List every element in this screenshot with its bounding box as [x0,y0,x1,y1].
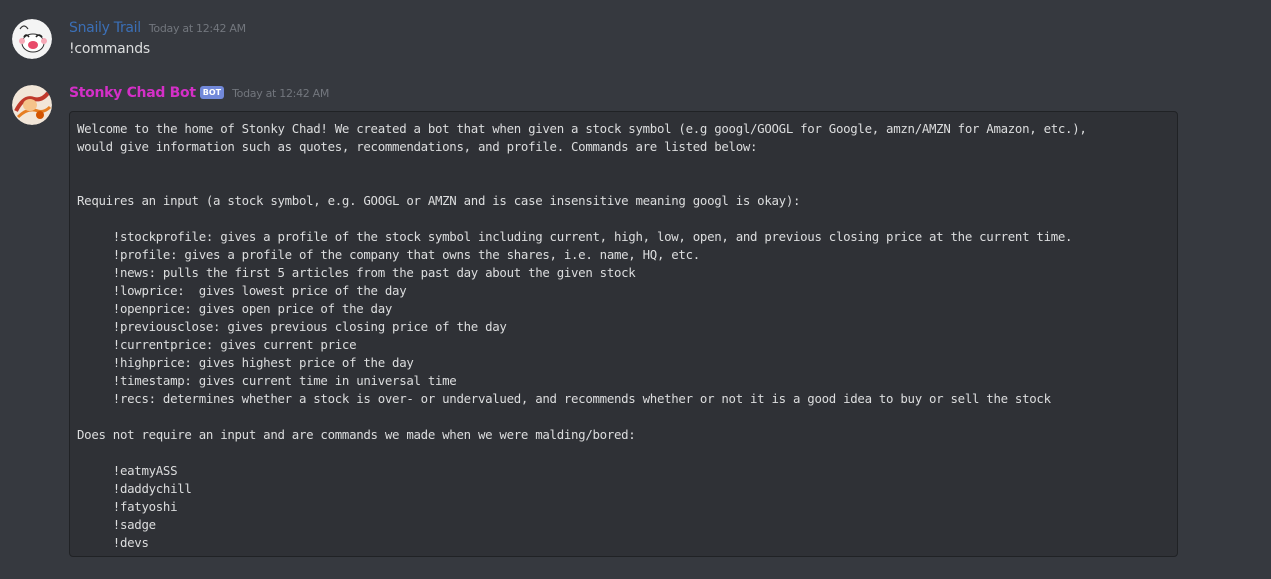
message-snaily-trail: Snaily Trail Today at 12:42 AM !commands [0,0,1271,80]
chat-area: Snaily Trail Today at 12:42 AM !commands… [0,0,1271,579]
timestamp: Today at 12:42 AM [148,22,246,35]
username[interactable]: Stonky Chad Bot [69,85,196,101]
code-block: Welcome to the home of Stonky Chad! We c… [69,111,1178,557]
message-header: Snaily Trail Today at 12:42 AM [69,20,246,40]
stonky-avatar[interactable] [12,85,52,125]
code-block-text: Welcome to the home of Stonky Chad! We c… [77,121,1087,550]
message-stonky-chad-bot: Stonky Chad Bot BOT Today at 12:42 AM We… [0,80,1271,579]
snail-avatar[interactable] [12,19,52,59]
message-header: Stonky Chad Bot BOT Today at 12:42 AM [69,85,329,105]
timestamp: Today at 12:42 AM [232,87,330,100]
username[interactable]: Snaily Trail [69,20,141,36]
message-content: !commands [69,41,150,57]
bot-tag: BOT [199,86,225,99]
